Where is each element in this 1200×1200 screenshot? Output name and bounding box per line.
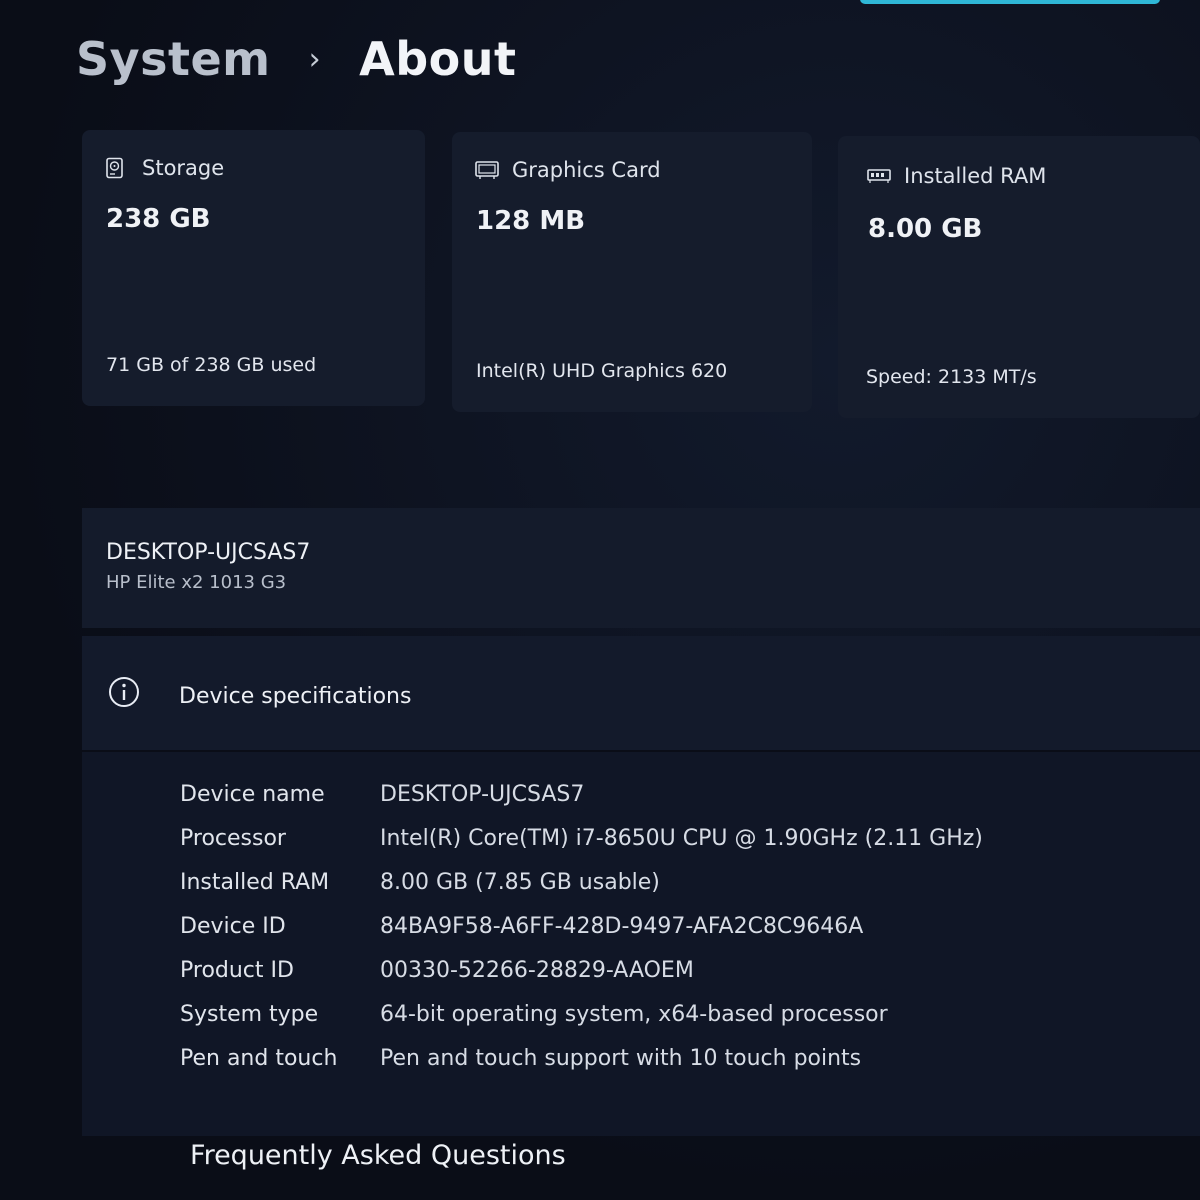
storage-card[interactable]: Storage 238 GB 71 GB of 238 GB used	[82, 130, 425, 406]
graphics-card-header: Graphics Card	[474, 158, 661, 182]
device-rename-bar[interactable]: DESKTOP-UJCSAS7 HP Elite x2 1013 G3	[82, 508, 1200, 628]
breadcrumb: System › About	[76, 32, 517, 86]
storage-card-title: Storage	[142, 156, 225, 180]
spec-row-product-id: Product ID 00330-52266-28829-AAOEM	[180, 958, 694, 983]
spec-row-installed-ram: Installed RAM 8.00 GB (7.85 GB usable)	[180, 870, 660, 895]
spec-label: Pen and touch	[180, 1046, 338, 1071]
accent-bar	[860, 0, 1160, 4]
device-specifications-panel: Device specifications Device name DESKTO…	[82, 636, 1200, 1136]
spec-value: 00330-52266-28829-AAOEM	[380, 958, 694, 983]
installed-ram-card[interactable]: Installed RAM 8.00 GB Speed: 2133 MT/s	[838, 136, 1200, 418]
spec-label: System type	[180, 1002, 319, 1027]
breadcrumb-system[interactable]: System	[76, 32, 271, 86]
spec-label: Device name	[180, 782, 325, 807]
device-specifications-header[interactable]: Device specifications	[82, 636, 1200, 752]
spec-value: 84BA9F58-A6FF-428D-9497-AFA2C8C9646A	[380, 914, 864, 939]
spec-row-device-name: Device name DESKTOP-UJCSAS7	[180, 782, 584, 807]
spec-label: Device ID	[180, 914, 286, 939]
graphics-card-card[interactable]: Graphics Card 128 MB Intel(R) UHD Graphi…	[452, 132, 812, 412]
storage-used: 71 GB of 238 GB used	[106, 354, 317, 376]
spec-label: Product ID	[180, 958, 294, 983]
storage-total: 238 GB	[106, 204, 211, 234]
graphics-memory: 128 MB	[476, 206, 586, 236]
graphics-card-title: Graphics Card	[512, 158, 661, 182]
device-name-heading: DESKTOP-UJCSAS7	[106, 540, 311, 565]
graphics-card-icon	[474, 159, 500, 181]
device-model: HP Elite x2 1013 G3	[106, 572, 287, 593]
spec-value: DESKTOP-UJCSAS7	[380, 782, 585, 807]
spec-label: Installed RAM	[180, 870, 330, 895]
spec-value: 8.00 GB (7.85 GB usable)	[380, 870, 660, 895]
graphics-adapter-name: Intel(R) UHD Graphics 620	[476, 360, 728, 382]
settings-page: System › About Storage 238 GB 71 GB of 2…	[0, 0, 1200, 1200]
spec-row-processor: Processor Intel(R) Core(TM) i7-8650U CPU…	[180, 826, 983, 851]
ram-speed: Speed: 2133 MT/s	[866, 366, 1037, 388]
memory-module-icon	[866, 165, 892, 187]
storage-card-header: Storage	[104, 156, 224, 180]
device-specifications-title: Device specifications	[179, 684, 412, 709]
spec-label: Processor	[180, 826, 286, 851]
installed-ram-title: Installed RAM	[904, 164, 1047, 188]
spec-value: Pen and touch support with 10 touch poin…	[380, 1046, 862, 1071]
chevron-right-icon: ›	[308, 41, 322, 77]
spec-row-device-id: Device ID 84BA9F58-A6FF-428D-9497-AFA2C8…	[180, 914, 863, 939]
installed-ram-header: Installed RAM	[866, 164, 1046, 188]
info-icon	[108, 676, 140, 708]
storage-drive-icon	[104, 157, 130, 179]
spec-value: 64-bit operating system, x64-based proce…	[380, 1002, 888, 1027]
faq-heading[interactable]: Frequently Asked Questions	[190, 1140, 566, 1171]
installed-ram-value: 8.00 GB	[868, 214, 983, 244]
spec-row-pen-and-touch: Pen and touch Pen and touch support with…	[180, 1046, 861, 1071]
spec-value: Intel(R) Core(TM) i7-8650U CPU @ 1.90GHz…	[380, 826, 983, 851]
page-title: About	[359, 32, 517, 86]
spec-row-system-type: System type 64-bit operating system, x64…	[180, 1002, 888, 1027]
